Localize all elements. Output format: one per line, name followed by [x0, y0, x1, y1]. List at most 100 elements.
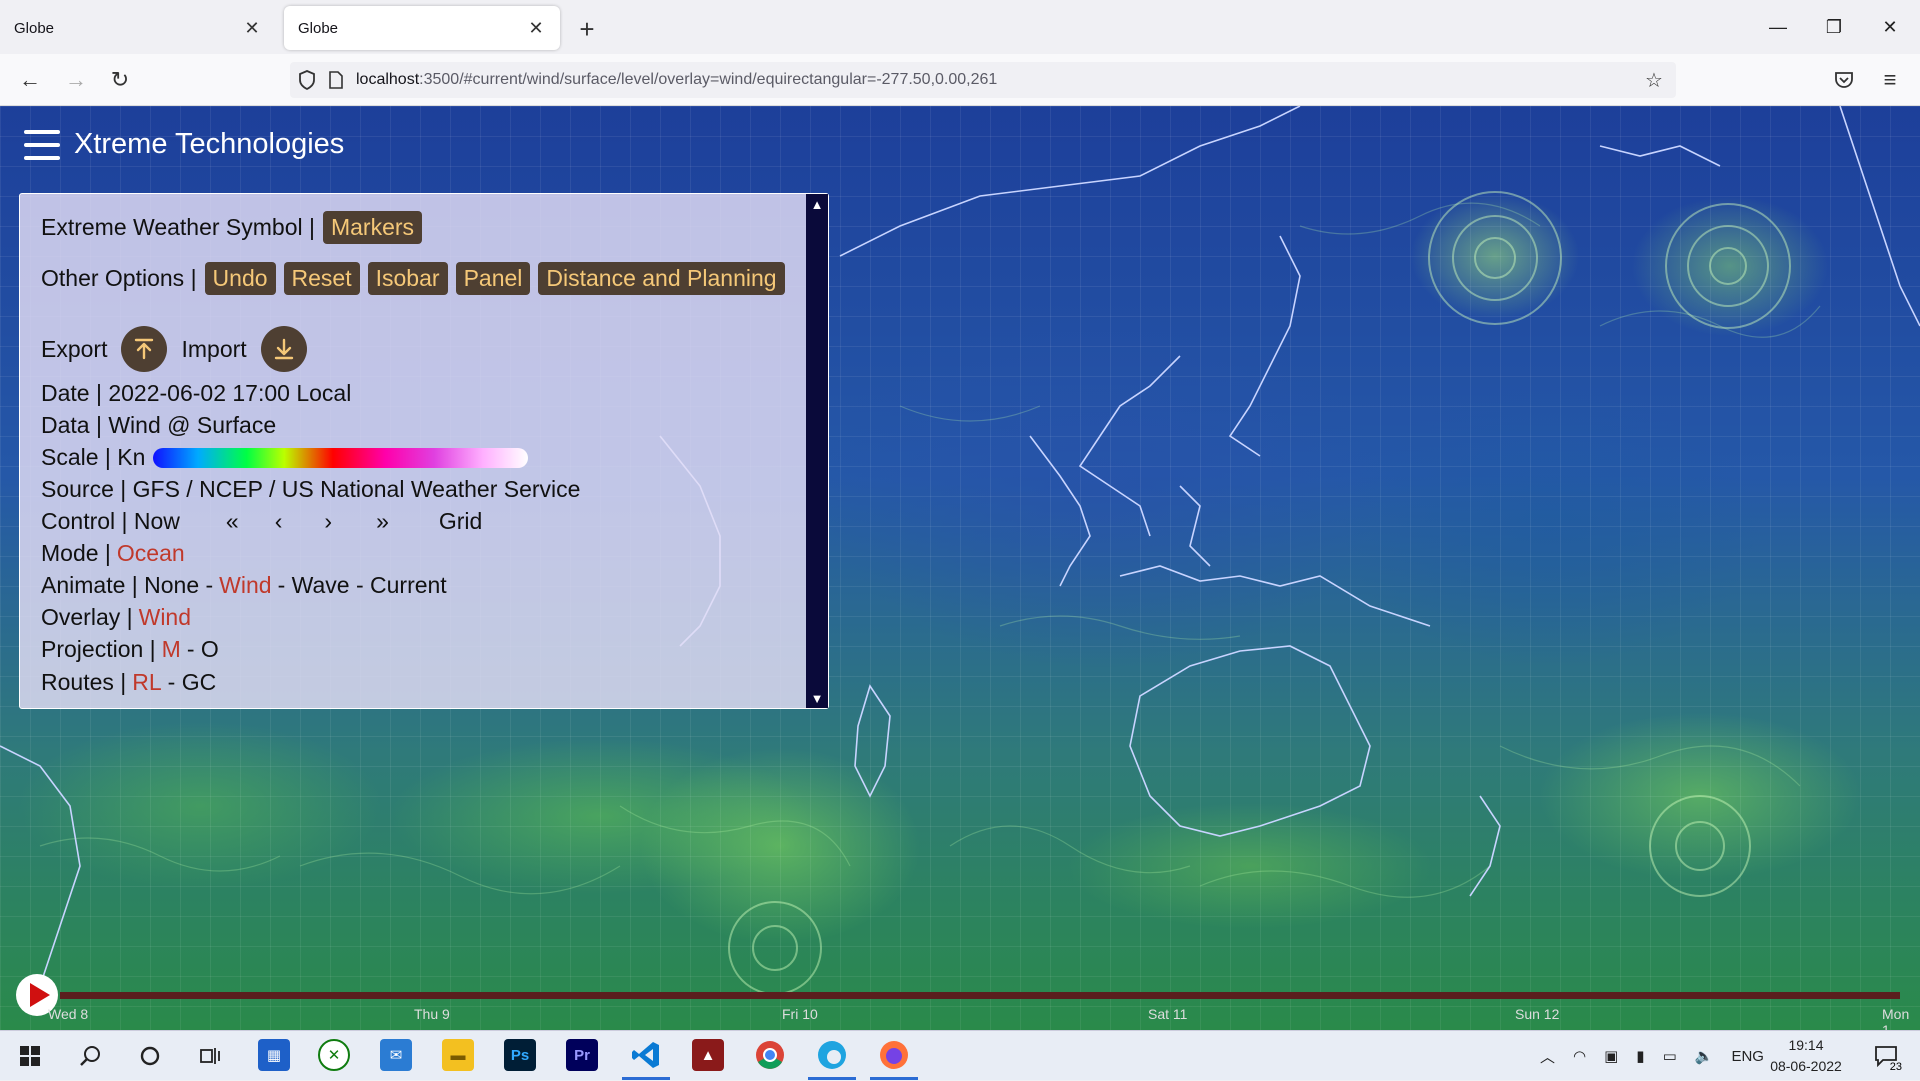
hamburger-menu-icon[interactable] [24, 129, 60, 160]
browser-nav-bar: ← → ↻ localhost:3500/#current/wind/surfa… [0, 54, 1920, 106]
premiere-icon[interactable]: Pr [566, 1039, 598, 1071]
scroll-down-icon[interactable]: ▼ [806, 688, 828, 708]
routes-rl-option[interactable]: RL [132, 669, 161, 696]
grid-toggle[interactable]: Grid [439, 508, 482, 535]
panel-scrollbar[interactable]: ▲ ▼ [806, 194, 828, 708]
data-row: Data | Wind @ Surface [41, 412, 277, 438]
export-label: Export [41, 335, 108, 362]
cortana-icon[interactable] [130, 1037, 170, 1075]
play-icon [29, 983, 50, 1007]
scale-row: Scale | Kn [41, 444, 529, 471]
projection-row: Projection | M - O [41, 636, 219, 663]
source-row: Source | GFS / NCEP / US National Weathe… [41, 476, 581, 502]
store-icon[interactable]: ▦ [258, 1039, 290, 1071]
import-download-icon[interactable] [260, 326, 307, 372]
reload-icon[interactable]: ↻ [104, 64, 136, 96]
markers-button[interactable]: Markers [322, 211, 423, 244]
overlay-label: Overlay | [41, 604, 133, 630]
overlay-wind-option[interactable]: Wind [139, 604, 191, 631]
app-icon[interactable]: ▲ [692, 1039, 724, 1071]
photoshop-icon[interactable]: Ps [504, 1039, 536, 1071]
new-tab-button[interactable]: + [572, 14, 602, 44]
edge-icon[interactable] [816, 1039, 848, 1071]
mail-icon[interactable]: ✉ [380, 1039, 412, 1071]
browser-tab-2[interactable]: Globe ✕ [284, 6, 560, 50]
export-import-row: Export Import [41, 326, 321, 372]
chevron-up-icon[interactable]: ︿ [1540, 1046, 1555, 1067]
xbox-icon[interactable]: ✕ [318, 1039, 350, 1071]
search-icon[interactable] [70, 1037, 110, 1075]
firefox-icon[interactable] [878, 1039, 910, 1071]
timeline-label: Sat 11 [1148, 1006, 1188, 1022]
distance-planning-button[interactable]: Distance and Planning [538, 262, 785, 295]
animate-label: Animate | None - [41, 572, 214, 598]
pocket-icon[interactable] [1828, 64, 1860, 96]
start-icon[interactable] [10, 1037, 50, 1075]
other-options-row: Other Options | Undo Reset Isobar Panel … [41, 262, 785, 295]
control-label: Control | Now [41, 508, 180, 534]
projection-label: Projection | [41, 636, 156, 662]
restore-button[interactable]: ❐ [1806, 8, 1862, 46]
browser-tab-1[interactable]: Globe ✕ [0, 6, 276, 50]
back-icon[interactable]: ← [14, 64, 46, 96]
battery-icon[interactable]: ▭ [1663, 1047, 1677, 1065]
isobar-button[interactable]: Isobar [367, 262, 448, 295]
other-options-label: Other Options | [41, 265, 197, 291]
mode-label: Mode | [41, 540, 111, 566]
forward-icon[interactable]: → [60, 64, 92, 96]
browser-tab-bar: Globe ✕ Globe ✕ + — ❐ ✕ [0, 0, 1920, 54]
minimize-button[interactable]: — [1750, 8, 1806, 46]
forward-fast-button[interactable]: » [376, 508, 389, 535]
menu-icon[interactable]: ≡ [1874, 64, 1906, 96]
task-view-icon[interactable] [190, 1037, 230, 1075]
tab-title: Globe [298, 19, 339, 37]
file-explorer-icon[interactable]: ▬ [442, 1039, 474, 1071]
notification-count: 23 [1887, 1061, 1904, 1073]
color-scale-bar[interactable] [153, 447, 529, 468]
vscode-icon[interactable] [630, 1039, 662, 1071]
animate-wind-option[interactable]: Wind [219, 572, 271, 599]
close-icon[interactable]: ✕ [242, 18, 262, 38]
notification-icon[interactable]: 23 [1868, 1041, 1904, 1073]
bookmark-star-icon[interactable]: ☆ [1640, 66, 1668, 94]
shield-icon[interactable] [290, 62, 324, 98]
reset-button[interactable]: Reset [283, 262, 360, 295]
extreme-weather-label: Extreme Weather Symbol | [41, 214, 315, 240]
url-text[interactable]: localhost:3500/#current/wind/surface/lev… [348, 71, 997, 89]
clock[interactable]: 19:14 08-06-2022 [1756, 1035, 1856, 1077]
volume-icon[interactable]: 🔈 [1695, 1047, 1714, 1065]
date-row: Date | 2022-06-02 17:00 Local [41, 380, 352, 406]
scroll-up-icon[interactable]: ▲ [806, 194, 828, 214]
timeline-label: Mon 1 [1882, 1006, 1910, 1030]
network-icon[interactable]: ◠ [1573, 1047, 1586, 1065]
forward-button[interactable]: › [324, 508, 332, 535]
routes-label: Routes | [41, 669, 127, 695]
routes-gc-option[interactable]: - GC [168, 669, 217, 696]
globe-map-viewport[interactable]: Xtreme Technologies Extreme Weather Symb… [0, 106, 1920, 1030]
timeline-track[interactable] [60, 992, 1900, 999]
device-icon[interactable]: ▣ [1604, 1047, 1618, 1065]
import-label: Import [181, 335, 247, 362]
projection-m-option[interactable]: M [162, 636, 181, 663]
rewind-fast-button[interactable]: « [226, 508, 239, 535]
tab-title: Globe [14, 19, 55, 37]
mode-ocean-option[interactable]: Ocean [117, 540, 185, 567]
extreme-weather-row: Extreme Weather Symbol | Markers [41, 211, 423, 244]
chrome-icon[interactable] [754, 1039, 786, 1071]
mode-row: Mode | Ocean [41, 540, 185, 567]
control-row: Control | Now « ‹ › » Grid [41, 508, 482, 535]
panel-button[interactable]: Panel [455, 262, 531, 295]
export-upload-icon[interactable] [121, 326, 168, 372]
microphone-icon[interactable]: ▮ [1636, 1047, 1644, 1065]
undo-button[interactable]: Undo [204, 262, 276, 295]
close-window-button[interactable]: ✕ [1862, 8, 1918, 46]
control-panel: Extreme Weather Symbol | Markers Other O… [19, 193, 829, 709]
rewind-button[interactable]: ‹ [275, 508, 283, 535]
page-icon [324, 62, 348, 98]
animate-other-options[interactable]: - Wave - Current [278, 572, 447, 599]
timeline-label: Sun 12 [1515, 1006, 1560, 1022]
address-bar[interactable]: localhost:3500/#current/wind/surface/lev… [290, 62, 1676, 98]
projection-o-option[interactable]: - O [187, 636, 219, 663]
routes-row: Routes | RL - GC [41, 669, 216, 696]
close-icon[interactable]: ✕ [526, 18, 546, 38]
